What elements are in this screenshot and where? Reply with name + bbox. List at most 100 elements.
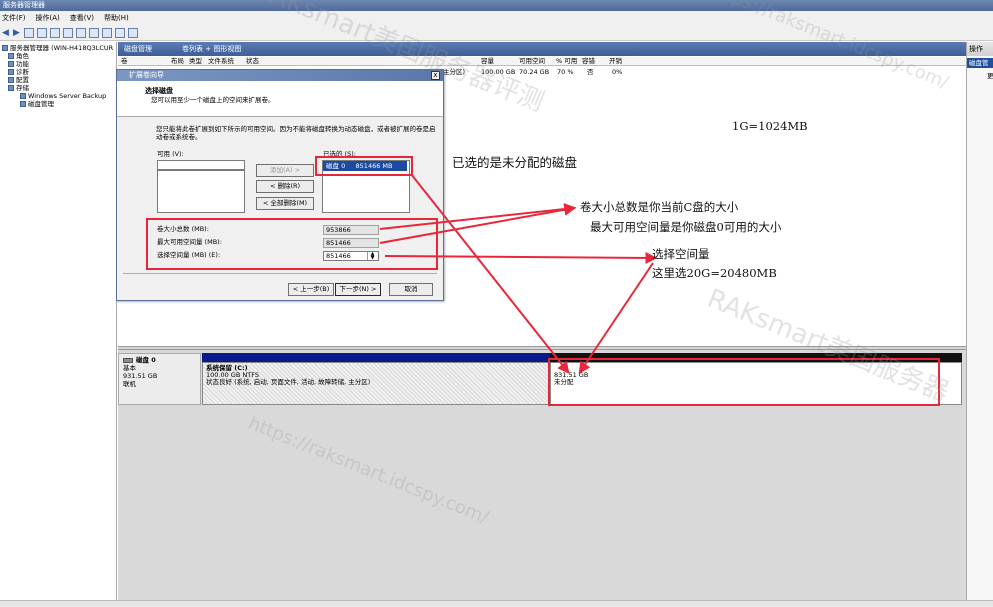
column-volume[interactable]: 卷 — [121, 57, 128, 66]
add-button[interactable]: 添加(A) > — [256, 164, 314, 177]
tree-item-diagnostics[interactable]: 诊断 — [0, 68, 116, 76]
volume-free: 70.24 GB — [519, 68, 550, 76]
open-icon[interactable] — [89, 27, 99, 38]
annotation-total-is-c: 卷大小总数是你当前C盘的大小 — [580, 200, 739, 214]
disk-type: 基本 — [123, 364, 136, 372]
menu-file[interactable]: 文件(F) — [2, 11, 26, 25]
max-space-value: 851466 — [323, 238, 379, 248]
configuration-icon — [8, 77, 14, 83]
disk-management-icon — [20, 101, 26, 107]
selected-disk-item[interactable]: 磁盘 0 851466 MB — [323, 161, 407, 171]
volume-overhead: 0% — [612, 68, 623, 76]
tree-item-backup[interactable]: Windows Server Backup — [0, 92, 116, 100]
main-header: 磁盘管理 卷列表 + 图形视图 — [118, 42, 966, 56]
unallocated-stripe — [550, 353, 962, 362]
tree-item-label: 服务器管理器 (WIN-H418Q3LCUR — [10, 44, 114, 52]
settings-icon[interactable] — [128, 27, 138, 38]
search-icon[interactable] — [115, 27, 125, 38]
annotation-example: 这里选20G=20480MB — [652, 266, 777, 280]
help-icon[interactable] — [50, 27, 60, 38]
remove-button[interactable]: < 删除(R) — [256, 180, 314, 193]
partition-c-status: 状态良好 (系统, 启动, 页面文件, 活动, 故障转储, 主分区) — [206, 378, 371, 386]
forward-arrow-icon[interactable]: ▶ — [13, 28, 21, 38]
status-bar — [0, 600, 993, 607]
menu-help[interactable]: 帮助(H) — [104, 11, 129, 25]
annotation-max-is-free: 最大可用空间量是你磁盘0可用的大小 — [590, 220, 782, 234]
selected-label: 已选的 (S): — [323, 150, 356, 158]
view-mode: 卷列表 + 图形视图 — [182, 45, 242, 53]
annotation-choose-amount: 选择空间量 — [652, 247, 710, 261]
available-list-header — [157, 160, 245, 170]
column-type[interactable]: 类型 — [189, 57, 202, 66]
back-arrow-icon[interactable]: ◀ — [2, 28, 10, 38]
total-size-value: 953866 — [323, 225, 379, 235]
partition-c[interactable]: 系统保留 (C:) 100.00 GB NTFS 状态良好 (系统, 启动, 页… — [202, 362, 550, 405]
disk-icon — [123, 357, 133, 363]
disk-0-label[interactable]: 磁盘 0 基本 931.51 GB 联机 — [118, 353, 201, 405]
tree-item-label: 配置 — [16, 76, 29, 84]
column-capacity[interactable]: 容量 — [481, 57, 494, 66]
tree-item-server-manager[interactable]: 服务器管理器 (WIN-H418Q3LCUR — [0, 44, 116, 52]
spin-up-down-icon[interactable]: ▲ ▼ — [367, 252, 377, 261]
tree-item-disk-management[interactable]: 磁盘管理 — [0, 100, 116, 108]
menu-action[interactable]: 操作(A) — [36, 11, 60, 25]
features-icon — [8, 61, 14, 67]
tree-item-roles[interactable]: 角色 — [0, 52, 116, 60]
tree-item-label: 磁盘管理 — [28, 100, 54, 108]
actions-pane: 操作 磁盘管 更 — [966, 42, 993, 607]
diagnostics-icon — [8, 69, 14, 75]
properties-icon[interactable] — [63, 27, 73, 38]
column-percent-free[interactable]: % 可用 — [556, 57, 577, 66]
select-space-label: 选择空间量 (MB) (E): — [157, 251, 221, 259]
disk-state: 联机 — [123, 380, 136, 388]
volume-capacity: 100.00 GB — [481, 68, 516, 76]
volume-list-header: 卷 布局 类型 文件系统 状态 容量 可用空间 % 可用 容错 开销 — [118, 57, 966, 66]
available-label: 可用 (V): — [157, 150, 184, 158]
up-folder-icon[interactable] — [24, 27, 34, 38]
backup-icon — [20, 93, 26, 99]
annotation-selected-unallocated: 已选的是未分配的磁盘 — [452, 155, 578, 170]
tree-item-configuration[interactable]: 配置 — [0, 76, 116, 84]
volume-status: 主分区) — [443, 68, 466, 76]
back-button[interactable]: < 上一步(B) — [288, 283, 334, 296]
wizard-title-bar[interactable]: 扩展卷向导 x — [117, 70, 443, 81]
tree-item-label: 诊断 — [16, 68, 29, 76]
extend-volume-wizard: 扩展卷向导 x 选择磁盘 您可以用至少一个磁盘上的空间来扩展卷。 您只能将此卷扩… — [116, 69, 444, 301]
actions-more[interactable]: 更 — [967, 68, 993, 80]
close-icon[interactable]: x — [431, 71, 440, 80]
partition-unallocated[interactable]: 831.51 GB 未分配 — [550, 362, 962, 405]
next-button[interactable]: 下一步(N) > — [335, 283, 381, 296]
menu-bar: 文件(F) 操作(A) 查看(V) 帮助(H) — [0, 11, 993, 25]
unallocated-size: 831.51 GB — [554, 371, 589, 379]
window-title: 服务器管理器 — [0, 0, 993, 11]
disk-size: 931.51 GB — [123, 372, 158, 380]
column-filesystem[interactable]: 文件系统 — [208, 57, 234, 66]
table-row[interactable]: 主分区) 100.00 GB 70.24 GB 70 % 否 0% — [440, 68, 670, 77]
wizard-title: 扩展卷向导 — [129, 71, 164, 79]
show-tree-icon[interactable] — [37, 27, 47, 38]
tree-item-features[interactable]: 功能 — [0, 60, 116, 68]
tree-item-label: 存储 — [16, 84, 29, 92]
column-free-space[interactable]: 可用空间 — [519, 57, 545, 66]
column-status[interactable]: 状态 — [246, 57, 259, 66]
actions-item-disk-management[interactable]: 磁盘管 — [967, 58, 993, 68]
primary-partition-stripe — [202, 353, 550, 362]
navigation-tree: 服务器管理器 (WIN-H418Q3LCUR 角色 功能 诊断 配置 存储 Wi… — [0, 42, 117, 607]
menu-view[interactable]: 查看(V) — [70, 11, 94, 25]
tree-item-label: 角色 — [16, 52, 29, 60]
cancel-button[interactable]: 取消 — [389, 283, 433, 296]
remove-all-button[interactable]: < 全部删除(M) — [256, 197, 314, 210]
wizard-step-title: 选择磁盘 — [145, 87, 173, 95]
refresh-icon[interactable] — [76, 27, 86, 38]
available-list[interactable] — [157, 170, 245, 213]
folder-icon[interactable] — [102, 27, 112, 38]
column-layout[interactable]: 布局 — [171, 57, 184, 66]
server-icon — [2, 45, 8, 51]
tree-item-storage[interactable]: 存储 — [0, 84, 116, 92]
tree-item-label: Windows Server Backup — [28, 92, 107, 100]
total-size-label: 卷大小总数 (MB): — [157, 225, 209, 233]
column-overhead[interactable]: 开销 — [609, 57, 622, 66]
column-fault-tolerance[interactable]: 容错 — [582, 57, 595, 66]
disk-partition-bar — [202, 353, 962, 362]
actions-header: 操作 — [967, 42, 993, 56]
